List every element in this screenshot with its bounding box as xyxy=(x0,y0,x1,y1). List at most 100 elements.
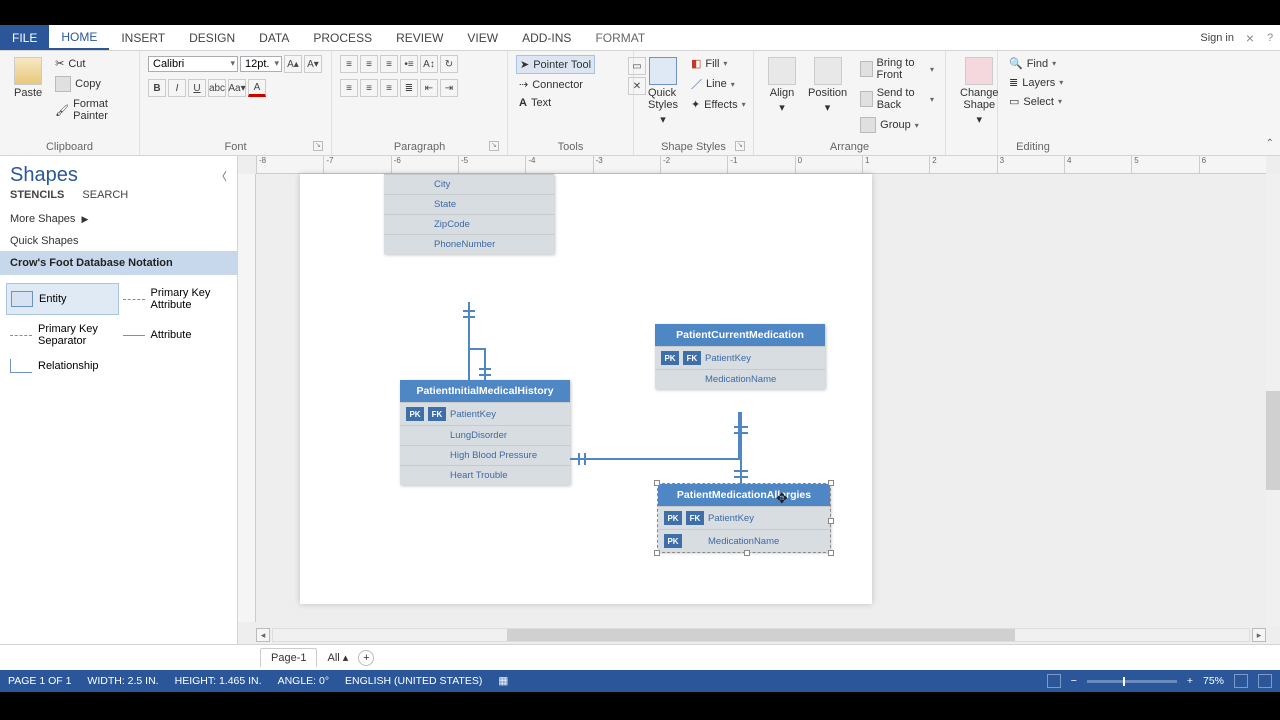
tab-view[interactable]: VIEW xyxy=(455,25,510,50)
rectangle-tool-button[interactable]: ▭ xyxy=(628,57,646,75)
pointer-tool-button[interactable]: ➤Pointer Tool xyxy=(516,55,595,74)
align-center-button[interactable]: ≡ xyxy=(360,79,378,97)
macro-recorder-icon[interactable]: ▦ xyxy=(498,675,508,687)
sign-in[interactable]: Sign in xyxy=(1194,25,1240,50)
align-middle-button[interactable]: ≡ xyxy=(360,55,378,73)
tab-addins[interactable]: ADD-INS xyxy=(510,25,583,50)
align-button[interactable]: Align▾ xyxy=(762,55,802,116)
zoom-level[interactable]: 75% xyxy=(1203,675,1224,687)
presentation-mode-icon[interactable] xyxy=(1047,674,1061,688)
entity-medication-allergies[interactable]: PatientMedicationAllergies PKFKPatientKe… xyxy=(658,484,830,552)
text-tool-button[interactable]: AText xyxy=(516,95,554,111)
group-label-paragraph: Paragraph↘ xyxy=(340,139,499,153)
find-button[interactable]: 🔍Find▾ xyxy=(1006,55,1059,72)
decrease-font-button[interactable]: A▾ xyxy=(304,55,322,73)
collapse-shapes-icon[interactable]: 〈 xyxy=(216,168,227,184)
send-to-back-button[interactable]: Send to Back▾ xyxy=(857,85,937,113)
fit-page-icon[interactable] xyxy=(1234,674,1248,688)
cut-button[interactable]: ✂Cut xyxy=(52,55,131,72)
horizontal-scrollbar[interactable]: ◂ ▸ xyxy=(256,626,1266,644)
status-language[interactable]: ENGLISH (UNITED STATES) xyxy=(345,675,482,687)
align-bottom-button[interactable]: ≡ xyxy=(380,55,398,73)
tab-data[interactable]: DATA xyxy=(247,25,301,50)
scroll-right-button[interactable]: ▸ xyxy=(1252,628,1266,642)
rotate-text-button[interactable]: ↻ xyxy=(440,55,458,73)
font-size-select[interactable]: 12pt. xyxy=(240,56,282,72)
entity-patient-partial[interactable]: City State ZipCode PhoneNumber xyxy=(384,174,554,254)
more-shapes-button[interactable]: More Shapes▶ xyxy=(0,207,237,231)
search-tab[interactable]: SEARCH xyxy=(82,189,128,201)
delete-tool-button[interactable]: ✕ xyxy=(628,77,646,95)
tab-process[interactable]: PROCESS xyxy=(301,25,384,50)
drawing-page[interactable]: City State ZipCode PhoneNumber PatientIn… xyxy=(300,174,872,604)
increase-indent-button[interactable]: ⇥ xyxy=(440,79,458,97)
connector-patient-history[interactable] xyxy=(468,302,470,380)
tab-file[interactable]: FILE xyxy=(0,25,49,50)
align-left-button[interactable]: ≡ xyxy=(340,79,358,97)
underline-button[interactable]: U xyxy=(188,79,206,97)
font-family-select[interactable]: Calibri xyxy=(148,56,238,72)
help-icon[interactable]: ? xyxy=(1260,25,1280,50)
select-button[interactable]: ▭Select▾ xyxy=(1006,93,1065,110)
ribbon-tabs: FILE HOME INSERT DESIGN DATA PROCESS REV… xyxy=(0,25,1280,51)
shape-attribute[interactable]: Attribute xyxy=(119,319,232,351)
bold-button[interactable]: B xyxy=(148,79,166,97)
close-icon[interactable]: × xyxy=(1240,25,1260,50)
vertical-scrollbar[interactable] xyxy=(1266,174,1280,626)
tab-format[interactable]: FORMAT xyxy=(583,25,657,50)
bullets-button[interactable]: •≡ xyxy=(400,55,418,73)
change-shape-button[interactable]: Change Shape▾ xyxy=(954,55,1005,128)
add-page-button[interactable]: + xyxy=(358,650,374,666)
justify-button[interactable]: ≣ xyxy=(400,79,418,97)
font-color-button[interactable]: A xyxy=(248,79,266,97)
font-dialog-launcher[interactable]: ↘ xyxy=(313,141,323,151)
decrease-indent-button[interactable]: ⇤ xyxy=(420,79,438,97)
scroll-left-button[interactable]: ◂ xyxy=(256,628,270,642)
strikethrough-button[interactable]: abc xyxy=(208,79,226,97)
shape-primary-key-attribute[interactable]: Primary Key Attribute xyxy=(119,283,232,315)
effects-button[interactable]: ✦Effects▾ xyxy=(688,96,749,113)
zoom-in-button[interactable]: + xyxy=(1187,675,1193,687)
all-pages-button[interactable]: All ▴ xyxy=(327,651,348,664)
shape-primary-key-separator[interactable]: Primary Key Separator xyxy=(6,319,119,351)
switch-windows-icon[interactable] xyxy=(1258,674,1272,688)
entity-current-medication[interactable]: PatientCurrentMedication PKFKPatientKey … xyxy=(655,324,825,389)
line-button[interactable]: ／Line▾ xyxy=(688,74,749,94)
italic-button[interactable]: I xyxy=(168,79,186,97)
change-shape-icon xyxy=(965,57,993,85)
stencils-tab[interactable]: STENCILS xyxy=(10,189,64,201)
stencil-crowsfoot[interactable]: Crow's Foot Database Notation xyxy=(0,251,237,275)
position-button[interactable]: Position▾ xyxy=(802,55,853,116)
connector-tool-button[interactable]: ⇢Connector xyxy=(516,76,586,93)
group-button[interactable]: Group▾ xyxy=(857,115,937,135)
page-tab-1[interactable]: Page-1 xyxy=(260,648,317,667)
shape-entity[interactable]: Entity xyxy=(6,283,119,315)
move-cursor-icon: ✥ xyxy=(776,490,788,507)
align-top-button[interactable]: ≡ xyxy=(340,55,358,73)
tab-review[interactable]: REVIEW xyxy=(384,25,455,50)
tab-home[interactable]: HOME xyxy=(49,25,109,50)
increase-font-button[interactable]: A▴ xyxy=(284,55,302,73)
zoom-out-button[interactable]: − xyxy=(1071,675,1077,687)
shape-styles-launcher[interactable]: ↘ xyxy=(735,141,745,151)
tab-insert[interactable]: INSERT xyxy=(109,25,177,50)
change-case-button[interactable]: Aa▾ xyxy=(228,79,246,97)
zoom-slider[interactable] xyxy=(1087,680,1177,683)
tab-design[interactable]: DESIGN xyxy=(177,25,247,50)
copy-button[interactable]: Copy xyxy=(52,74,131,94)
quick-styles-button[interactable]: Quick Styles▾ xyxy=(642,55,684,128)
align-right-button[interactable]: ≡ xyxy=(380,79,398,97)
text-direction-button[interactable]: A↕ xyxy=(420,55,438,73)
collapse-ribbon-button[interactable]: ⌃ xyxy=(1266,138,1274,149)
paste-button[interactable]: Paste xyxy=(8,55,48,101)
fill-button[interactable]: ◧Fill▾ xyxy=(688,55,749,72)
format-painter-button[interactable]: 🖌Format Painter xyxy=(52,96,131,124)
layers-button[interactable]: ≣Layers▾ xyxy=(1006,74,1066,91)
bring-to-front-button[interactable]: Bring to Front▾ xyxy=(857,55,937,83)
entity-patient-history[interactable]: PatientInitialMedicalHistory PKFKPatient… xyxy=(400,380,570,485)
paragraph-dialog-launcher[interactable]: ↘ xyxy=(489,141,499,151)
connector-history-currentmed[interactable] xyxy=(570,458,740,460)
connector-currentmed-allergies[interactable] xyxy=(740,412,742,484)
shape-relationship[interactable]: Relationship xyxy=(6,355,119,377)
quick-shapes-label[interactable]: Quick Shapes xyxy=(0,231,237,251)
